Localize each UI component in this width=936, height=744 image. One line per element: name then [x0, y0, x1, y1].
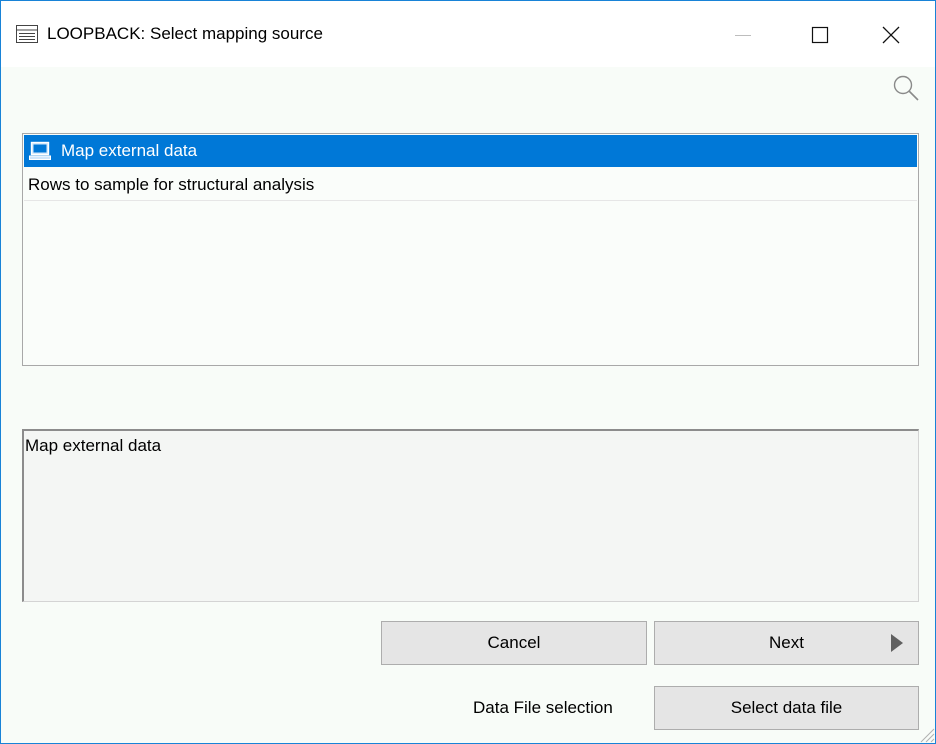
close-button[interactable]	[867, 15, 915, 55]
play-arrow-icon	[891, 634, 903, 652]
dialog-body: Map external data Rows to sample for str…	[1, 67, 935, 743]
cancel-button[interactable]: Cancel	[381, 621, 647, 665]
resize-grip-icon[interactable]	[915, 723, 935, 743]
list-item-rows-to-sample[interactable]: Rows to sample for structural analysis	[24, 169, 917, 201]
next-button-label: Next	[769, 633, 804, 652]
search-icon[interactable]	[891, 73, 921, 103]
window-title: LOOPBACK: Select mapping source	[47, 24, 323, 43]
title-bar[interactable]: LOOPBACK: Select mapping source	[1, 1, 935, 67]
computer-icon	[29, 141, 51, 160]
list-item-label: Rows to sample for structural analysis	[28, 175, 315, 194]
list-item-label: Map external data	[61, 141, 198, 160]
minimize-button[interactable]	[719, 15, 767, 55]
maximize-icon	[811, 26, 829, 44]
window-list-icon	[16, 25, 38, 43]
dialog-window: LOOPBACK: Select mapping source Map exte…	[0, 0, 936, 744]
close-icon	[882, 26, 900, 44]
data-file-selection-label: Data File selection	[473, 698, 613, 717]
cancel-button-label: Cancel	[487, 633, 541, 652]
mapping-source-list[interactable]: Map external data Rows to sample for str…	[22, 133, 919, 366]
select-data-file-button[interactable]: Select data file	[654, 686, 919, 730]
next-button[interactable]: Next	[654, 621, 919, 665]
select-data-file-label: Select data file	[730, 698, 843, 717]
description-panel: Map external data	[22, 429, 919, 602]
minimize-icon	[735, 35, 751, 36]
list-item-map-external-data[interactable]: Map external data	[24, 135, 917, 167]
description-text: Map external data	[25, 436, 162, 455]
maximize-button[interactable]	[796, 15, 844, 55]
